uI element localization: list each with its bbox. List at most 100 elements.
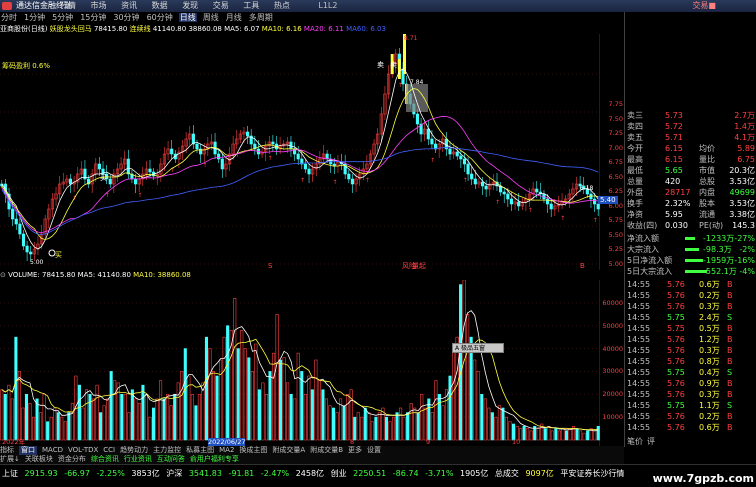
tick-price: 5.76 <box>667 390 685 399</box>
link-2[interactable]: 资金分布 <box>58 455 86 464</box>
signal-label-buy-2: 买 <box>100 174 107 182</box>
indicator-tab-0[interactable]: 指标 <box>0 446 14 455</box>
tick-row: 14:55 5.76 0.3万 B <box>627 389 755 400</box>
menu-item-trade[interactable]: 交易 <box>213 0 229 11</box>
candle-body <box>18 223 22 235</box>
candle-body <box>480 181 485 187</box>
indicator-tab-7[interactable]: 私募主图 <box>186 446 214 455</box>
indicator-tab-12[interactable]: 更多 <box>348 446 362 455</box>
indicator-tab-10[interactable]: 附成交量A <box>272 446 305 455</box>
tick-time: 14:55 <box>627 280 651 289</box>
date-label-9: 9 <box>426 438 431 446</box>
candle-body <box>593 198 597 205</box>
panel-tab-1[interactable]: 评 <box>647 436 655 447</box>
menu-item-hot[interactable]: 热点 <box>274 0 290 11</box>
signal-arrow: ↑ <box>560 215 565 222</box>
volume-bar <box>141 384 145 441</box>
highlight-candle <box>397 59 401 79</box>
menu-item-tools[interactable]: 工具 <box>243 0 259 11</box>
menu-item-discover[interactable]: 发现 <box>182 0 198 11</box>
indicator-value-2: 41140.80 <box>152 25 187 33</box>
menu-item-data[interactable]: 数据 <box>152 0 168 11</box>
link-6[interactable]: 俞用户福利专享 <box>190 455 239 464</box>
volume-settings-icon[interactable]: ⊙ <box>0 271 6 279</box>
link-1[interactable]: 关联板块 <box>25 455 53 464</box>
quote-key: 卖五 <box>627 133 643 142</box>
menu-item-quotes[interactable]: 行情 <box>60 0 76 11</box>
signal-arrow: ↑ <box>267 155 272 162</box>
indicator-tab-5[interactable]: 趋势动力 <box>120 446 148 455</box>
quote-value: 6.15 <box>665 155 683 164</box>
quote-key-2: 股本 <box>699 199 715 208</box>
date-axis: 2022年 2022/06/27 8 9 10 <box>0 438 600 446</box>
candle-body <box>97 163 101 170</box>
indicator-tab-3[interactable]: VOL-TDX <box>68 446 98 455</box>
quote-row: 卖四 5.72 1.4万 <box>627 121 755 132</box>
ma10-line <box>1 88 599 240</box>
period-3[interactable]: 15分钟 <box>79 13 107 22</box>
period-10[interactable]: 更多 > <box>279 13 281 22</box>
candle-body <box>426 128 430 140</box>
indicator-tab-11[interactable]: 附成交量B <box>310 446 343 455</box>
period-6[interactable]: 日线 <box>178 13 197 22</box>
indicator-tab-8[interactable]: MA2 <box>219 446 234 455</box>
candle-body <box>350 178 354 185</box>
volume-bar <box>120 393 124 441</box>
indicator-tab-9[interactable]: 换成主图 <box>239 446 267 455</box>
menu-item-news[interactable]: 资讯 <box>121 0 137 11</box>
tick-row: 14:55 5.76 0.6万 B <box>627 279 755 290</box>
indicator-tab-1[interactable]: 窗口 <box>19 446 37 455</box>
signal-arrow: ↑ <box>137 192 142 199</box>
indicator-tab-6[interactable]: 主力监控 <box>153 446 181 455</box>
sh-change: -66.97 <box>64 469 90 478</box>
cy-label: 创业 <box>330 469 347 478</box>
signal-arrow: ↑ <box>365 177 370 184</box>
quote-value: 0.030 <box>665 221 688 230</box>
quote-value-2: 3.38亿 <box>729 210 755 219</box>
volume-chart[interactable] <box>0 280 600 446</box>
flow-key: 净流入额 <box>627 234 659 243</box>
indicator-tab-13[interactable]: 设置 <box>367 446 381 455</box>
volume-bar <box>466 313 470 441</box>
volume-bar <box>24 393 29 441</box>
link-5[interactable]: 互动问答 <box>157 455 185 464</box>
volume-bar <box>35 398 39 441</box>
period-0[interactable]: 分时 <box>0 13 18 22</box>
period-9[interactable]: 多周期 <box>248 13 274 22</box>
stock-name: 亚商股份(日线) <box>0 25 48 33</box>
signal-arrow: ↑ <box>495 199 500 206</box>
panel-tab-0[interactable]: 笔价 <box>627 436 643 447</box>
five-window-button[interactable]: A 极品五窗 <box>452 343 504 353</box>
volume-bar <box>7 384 11 441</box>
indicator-tab-4[interactable]: CCI <box>103 446 115 455</box>
period-4[interactable]: 30分钟 <box>112 13 140 22</box>
link-4[interactable]: 行业资讯 <box>124 455 152 464</box>
period-1[interactable]: 1分钟 <box>23 13 46 22</box>
volume-bar <box>144 393 149 441</box>
quote-key: 今开 <box>627 144 643 153</box>
period-5[interactable]: 60分钟 <box>146 13 174 22</box>
menu-item-market[interactable]: 市场 <box>91 0 107 11</box>
period-8[interactable]: 月线 <box>225 13 243 22</box>
tick-time: 14:55 <box>627 390 651 399</box>
kline-chart[interactable]: ↑ ↑ ↑↑↑↑ ↑↑ ↑ ↑↑↑↑↑↑↑ ↑ 筹码盈利 0.6% 8.71 7.84 6.… <box>0 34 600 270</box>
volume-bar <box>317 380 321 441</box>
volume-bar <box>49 416 53 441</box>
indicator-tab-2[interactable]: MACD <box>42 446 63 455</box>
volume-bar <box>300 371 304 441</box>
signal-label-sell-2: 卖 <box>390 61 397 69</box>
trade-button[interactable]: 交易■ <box>692 0 716 12</box>
level-switch[interactable]: L1L2 <box>318 0 337 11</box>
tick-volume: 0.3万 <box>699 302 720 311</box>
period-7[interactable]: 周线 <box>202 13 220 22</box>
flow-percent: -2% <box>739 245 755 254</box>
period-2[interactable]: 5分钟 <box>51 13 74 22</box>
tick-volume: 2.4万 <box>699 313 720 322</box>
quote-row: 总量 420 总股 3.53亿 <box>627 176 755 187</box>
tick-time: 14:55 <box>627 313 651 322</box>
link-0[interactable]: 扩展↓ <box>0 455 20 464</box>
quote-value-2: 3.53亿 <box>729 177 755 186</box>
volume-bar <box>137 403 141 441</box>
volume-bar <box>271 352 276 441</box>
link-3[interactable]: 综合资讯 <box>91 455 119 464</box>
